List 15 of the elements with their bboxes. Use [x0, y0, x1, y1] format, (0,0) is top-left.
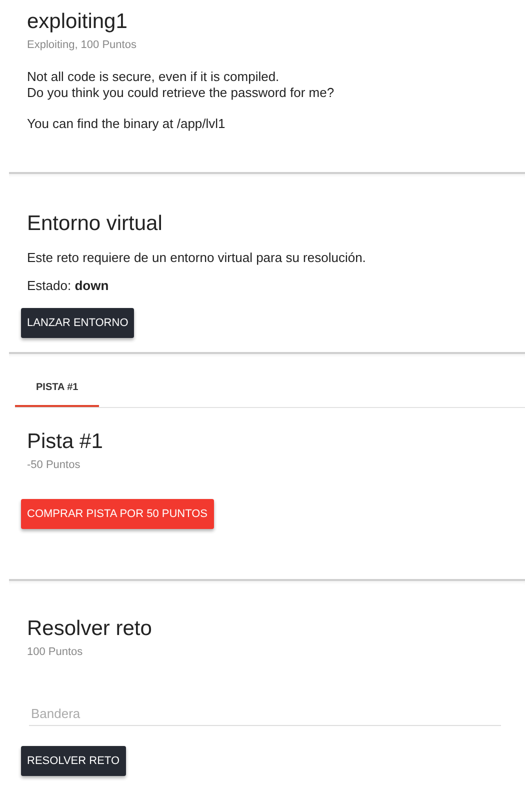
- challenge-subtitle: Exploiting, 100 Puntos: [27, 39, 138, 51]
- solve-points: 100 Puntos: [27, 646, 84, 658]
- challenge-description: Not all code is secure, even if it is compiled. Do you think you could retrieve the password for me?: [27, 69, 336, 101]
- hint-tab[interactable]: PISTA #1: [15, 368, 100, 407]
- buy-hint-button[interactable]: COMPRAR PISTA POR 50 PUNTOS: [21, 499, 214, 529]
- solve-button[interactable]: RESOLVER RETO: [21, 746, 126, 776]
- section-title: Entorno virtual: [27, 212, 164, 236]
- environment-status: Estado: down: [27, 278, 110, 294]
- hint-cost: -50 Puntos: [27, 459, 82, 471]
- launch-button[interactable]: LANZAR ENTORNO: [21, 308, 134, 338]
- binary-location: You can find the binary at /app/lvl1: [27, 116, 226, 132]
- solve-title: Resolver reto: [27, 617, 153, 641]
- challenge-title: exploiting1: [27, 10, 128, 34]
- hint-title: Pista #1: [27, 430, 104, 454]
- environment-text: Este reto requiere de un entorno virtual para su resolución.: [27, 250, 367, 266]
